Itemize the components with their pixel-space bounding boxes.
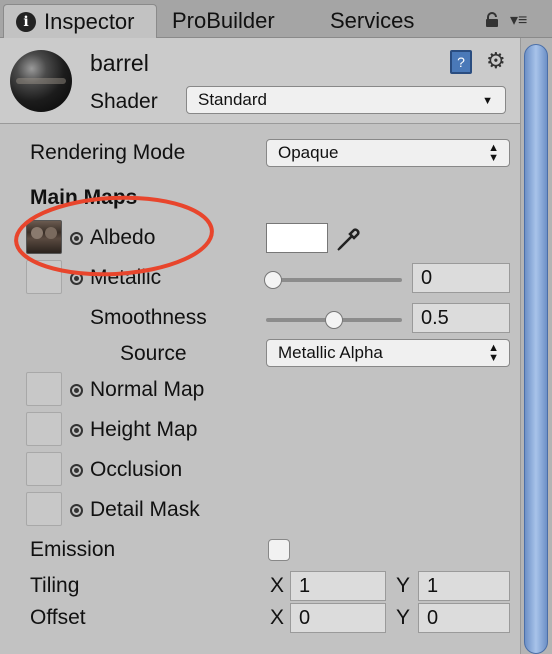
object-picker-icon[interactable] <box>70 424 83 437</box>
rendering-mode-dropdown[interactable]: Opaque ▲ ▼ <box>266 139 510 167</box>
rendering-mode-value: Opaque <box>278 143 339 162</box>
object-picker-icon[interactable] <box>70 504 83 517</box>
occlusion-label: Occlusion <box>90 458 183 481</box>
tab-probuilder-label: ProBuilder <box>172 8 275 33</box>
albedo-color-swatch[interactable] <box>266 223 328 253</box>
object-picker-icon[interactable] <box>70 464 83 477</box>
eyedropper-icon[interactable] <box>334 222 364 252</box>
offset-label: Offset <box>30 606 86 629</box>
normal-map-label: Normal Map <box>90 378 205 401</box>
albedo-texture-slot[interactable] <box>26 220 62 254</box>
tab-bar: i Inspector ProBuilder Services ▾≡ <box>0 0 552 38</box>
shader-label: Shader <box>90 90 158 113</box>
emission-checkbox[interactable] <box>268 539 290 561</box>
height-map-label: Height Map <box>90 418 198 441</box>
height-map-texture-slot[interactable] <box>26 412 62 446</box>
offset-y-label: Y <box>396 606 411 629</box>
occlusion-texture-slot[interactable] <box>26 452 62 486</box>
tab-inspector[interactable]: i Inspector <box>3 4 157 38</box>
source-value: Metallic Alpha <box>278 343 383 362</box>
object-picker-icon[interactable] <box>70 272 83 285</box>
source-label: Source <box>120 342 187 365</box>
metallic-texture-slot[interactable] <box>26 260 62 294</box>
object-name: barrel <box>90 50 149 76</box>
tiling-y-field[interactable]: 1 <box>418 571 510 601</box>
tiling-label: Tiling <box>30 574 80 597</box>
panel-menu-icon[interactable]: ▾≡ <box>510 10 527 30</box>
shader-dropdown[interactable]: Standard ▼ <box>186 86 506 114</box>
detail-mask-label: Detail Mask <box>90 498 200 521</box>
object-picker-icon[interactable] <box>70 384 83 397</box>
metallic-label: Metallic <box>90 266 162 289</box>
offset-x-label: X <box>270 606 285 629</box>
up-down-arrows-icon: ▲ ▼ <box>488 342 499 364</box>
tab-probuilder[interactable]: ProBuilder <box>172 4 275 38</box>
offset-x-field[interactable]: 0 <box>290 603 386 633</box>
object-picker-icon[interactable] <box>70 232 83 245</box>
material-preview <box>10 50 72 112</box>
up-down-arrows-icon: ▲ ▼ <box>488 142 499 164</box>
tiling-x-field[interactable]: 1 <box>290 571 386 601</box>
smoothness-label: Smoothness <box>90 306 207 329</box>
source-dropdown[interactable]: Metallic Alpha ▲ ▼ <box>266 339 510 367</box>
normal-map-texture-slot[interactable] <box>26 372 62 406</box>
tab-services[interactable]: Services <box>330 4 414 38</box>
object-header: barrel Shader Standard ▼ ? ⚙ <box>0 38 520 124</box>
rendering-mode-label: Rendering Mode <box>30 141 186 164</box>
tab-inspector-label: Inspector <box>44 8 135 34</box>
scrollbar-thumb[interactable] <box>524 44 548 654</box>
tab-services-label: Services <box>330 8 415 33</box>
tiling-x-label: X <box>270 574 285 597</box>
lock-icon[interactable] <box>484 12 500 28</box>
offset-y-field[interactable]: 0 <box>418 603 510 633</box>
detail-mask-texture-slot[interactable] <box>26 492 62 526</box>
albedo-label: Albedo <box>90 226 156 249</box>
metallic-field[interactable]: 0 <box>412 263 510 293</box>
smoothness-field[interactable]: 0.5 <box>412 303 510 333</box>
smoothness-slider-knob[interactable] <box>325 311 343 329</box>
chevron-down-icon: ▼ <box>482 95 493 107</box>
metallic-slider-knob[interactable] <box>264 271 282 289</box>
help-book-icon[interactable]: ? <box>450 50 472 74</box>
emission-label: Emission <box>30 538 116 561</box>
main-maps-title: Main Maps <box>30 186 138 209</box>
metallic-slider[interactable] <box>266 278 402 282</box>
tiling-y-label: Y <box>396 574 411 597</box>
info-icon: i <box>16 11 36 32</box>
gear-icon[interactable]: ⚙ <box>486 48 506 74</box>
shader-value: Standard <box>198 90 267 109</box>
